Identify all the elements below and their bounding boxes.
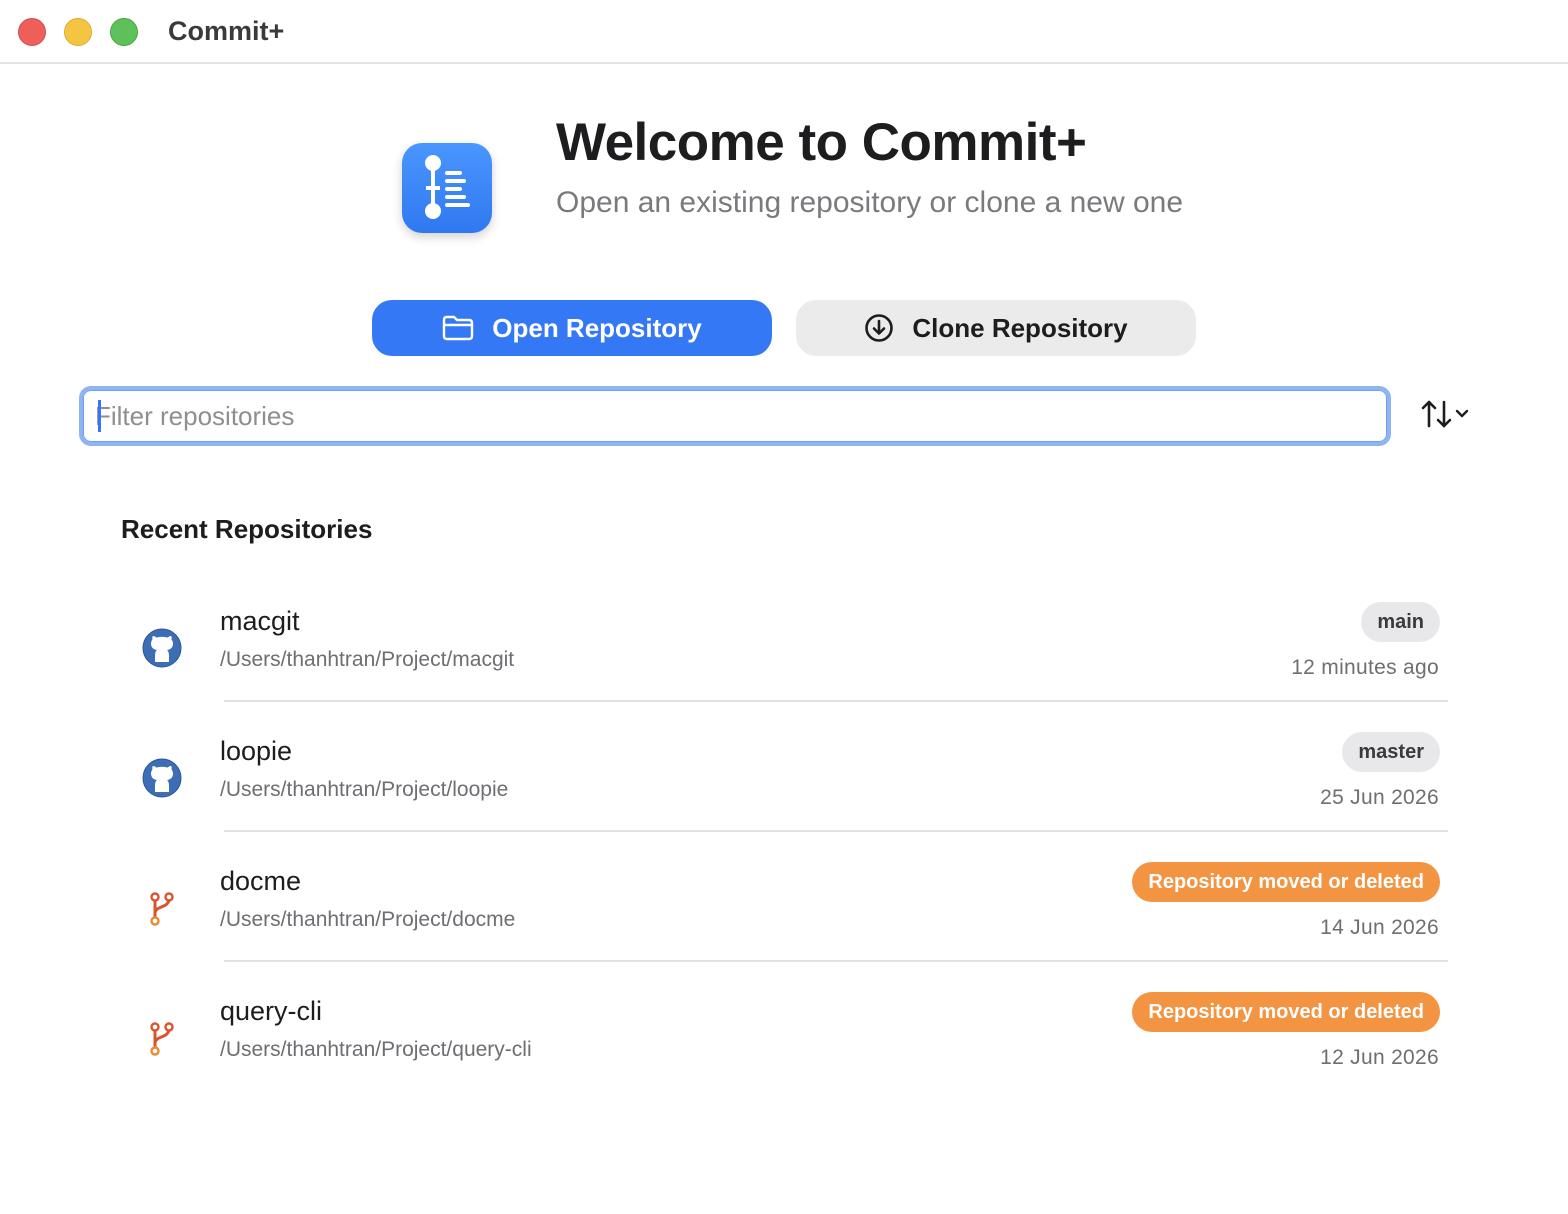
clone-repository-label: Clone Repository: [912, 312, 1128, 343]
minimize-window-button[interactable]: [64, 18, 92, 46]
close-window-button[interactable]: [18, 18, 46, 46]
repository-last-opened: 14 Jun 2026: [1320, 916, 1439, 939]
repository-row-macgit[interactable]: macgit/Users/thanhtran/Project/macgit mai…: [120, 586, 1448, 716]
repository-name: loopie: [220, 736, 293, 766]
chevron-down-icon: [1454, 407, 1470, 425]
branch-badge: master: [1342, 732, 1440, 772]
git-branch-icon: [140, 886, 184, 930]
repository-path: /Users/thanhtran/Project/docme: [220, 908, 516, 931]
filter-input[interactable]: [95, 396, 1375, 436]
repository-path: /Users/thanhtran/Project/query-cli: [220, 1038, 532, 1061]
clone-repository-button[interactable]: Clone Repository: [796, 300, 1196, 356]
git-branch-icon: [140, 1016, 184, 1060]
github-icon: [140, 756, 184, 800]
github-icon: [140, 626, 184, 670]
filter-field[interactable]: [79, 386, 1391, 446]
repository-last-opened: 25 Jun 2026: [1320, 786, 1439, 809]
repository-row-query-cli[interactable]: query-cli/Users/thanhtran/Project/query-…: [120, 976, 1448, 1106]
sort-arrows-icon: [1420, 398, 1454, 435]
repository-last-opened: 12 Jun 2026: [1320, 1046, 1439, 1069]
row-divider: [224, 960, 1448, 962]
app-logo-icon: [402, 143, 492, 233]
repository-row-loopie[interactable]: loopie/Users/thanhtran/Project/loopie mas…: [120, 716, 1448, 846]
repository-last-opened: 12 minutes ago: [1291, 656, 1439, 679]
text-caret: [98, 400, 101, 432]
repository-name: query-cli: [220, 996, 323, 1026]
branch-badge: main: [1361, 602, 1440, 642]
welcome-subtitle: Open an existing repository or clone a n…: [556, 186, 1184, 219]
repository-path: /Users/thanhtran/Project/macgit: [220, 648, 515, 671]
title-bar: Commit+: [0, 0, 1568, 64]
open-repository-label: Open Repository: [492, 312, 702, 343]
window-title: Commit+: [168, 16, 285, 46]
download-circle-icon: [864, 313, 894, 343]
open-repository-button[interactable]: Open Repository: [372, 300, 772, 356]
sort-menu-button[interactable]: [1412, 396, 1478, 436]
repository-name: macgit: [220, 606, 300, 636]
repository-path: /Users/thanhtran/Project/loopie: [220, 778, 509, 801]
status-badge: Repository moved or deleted: [1132, 992, 1440, 1032]
folder-icon: [442, 315, 474, 341]
status-badge: Repository moved or deleted: [1132, 862, 1440, 902]
recent-repositories-heading: Recent Repositories: [121, 514, 373, 544]
app-window: Commit+ Welcome to Commit+ Open an exist…: [0, 0, 1568, 1214]
repository-row-docme[interactable]: docme/Users/thanhtran/Project/docme Repos…: [120, 846, 1448, 976]
repository-name: docme: [220, 866, 302, 896]
zoom-window-button[interactable]: [110, 18, 138, 46]
row-divider: [224, 700, 1448, 702]
row-divider: [224, 830, 1448, 832]
welcome-title: Welcome to Commit+: [556, 113, 1087, 172]
